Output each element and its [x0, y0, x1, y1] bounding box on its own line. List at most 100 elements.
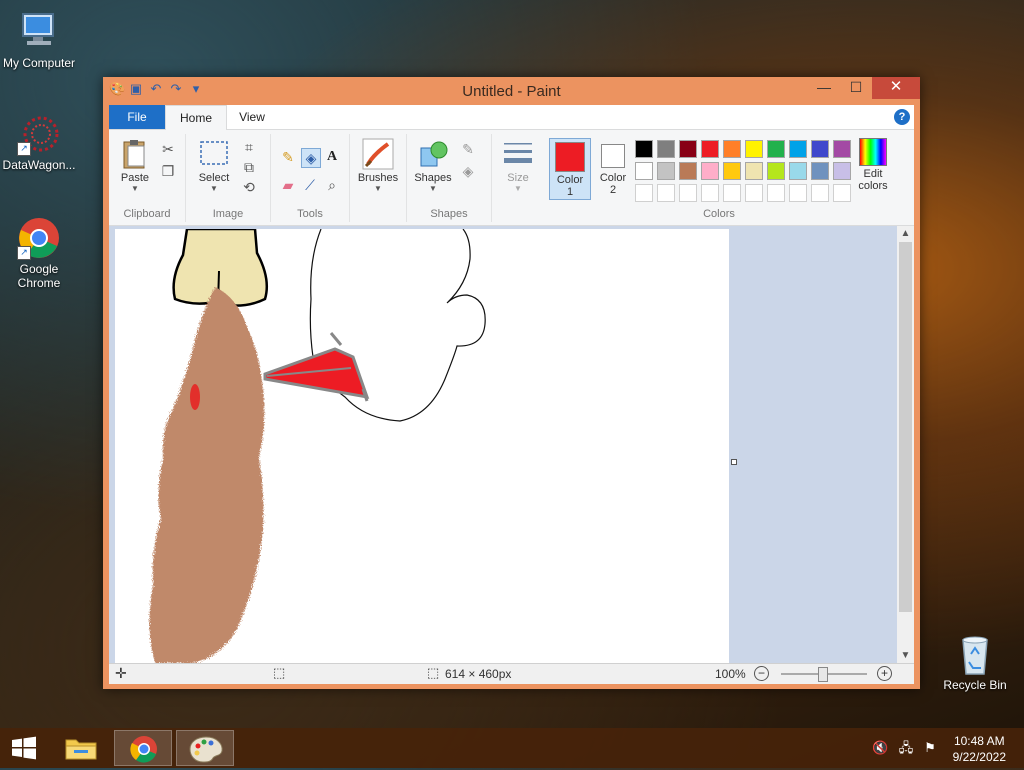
- computer-icon: [17, 10, 61, 54]
- desktop-icon-my-computer[interactable]: My Computer: [0, 10, 78, 70]
- scroll-down-icon[interactable]: ▼: [897, 650, 914, 661]
- palette-swatch[interactable]: [635, 140, 653, 158]
- help-icon[interactable]: ?: [894, 109, 910, 125]
- taskbar-paint[interactable]: [176, 730, 234, 766]
- paste-label: Paste: [120, 172, 150, 184]
- close-button[interactable]: ✕: [872, 77, 920, 99]
- fill-bucket-icon[interactable]: ◈: [301, 148, 321, 168]
- desktop-icon-label: My Computer: [2, 56, 76, 70]
- outline-icon[interactable]: ✎: [459, 140, 477, 158]
- select-button[interactable]: Select ▼: [192, 138, 236, 193]
- palette-swatch[interactable]: [811, 162, 829, 180]
- rotate-icon[interactable]: ⟲: [240, 178, 258, 196]
- palette-swatch[interactable]: [811, 140, 829, 158]
- color1-button[interactable]: Color 1: [549, 138, 591, 200]
- palette-swatch[interactable]: [679, 140, 697, 158]
- palette-swatch[interactable]: [767, 140, 785, 158]
- taskbar-chrome[interactable]: [114, 730, 172, 766]
- crop-icon[interactable]: ⌗: [240, 138, 258, 156]
- tab-file[interactable]: File: [109, 105, 165, 129]
- palette-swatch[interactable]: [679, 184, 697, 202]
- select-dropdown-icon: ▼: [210, 184, 218, 193]
- image-group-label: Image: [212, 208, 244, 220]
- palette-swatch[interactable]: [789, 162, 807, 180]
- palette-swatch[interactable]: [635, 184, 653, 202]
- scroll-up-icon[interactable]: ▲: [897, 228, 914, 239]
- tab-view[interactable]: View: [227, 105, 277, 129]
- palette-swatch[interactable]: [701, 140, 719, 158]
- eraser-icon[interactable]: ▰: [279, 176, 297, 194]
- palette-swatch[interactable]: [833, 184, 851, 202]
- action-center-icon[interactable]: ⚑: [922, 740, 938, 756]
- network-icon[interactable]: 🖧: [898, 740, 914, 756]
- canvas-size-icon: ⬚: [427, 665, 440, 680]
- tab-home[interactable]: Home: [165, 105, 227, 131]
- desktop-icon-datawagon[interactable]: ↗ DataWagon...: [0, 112, 78, 172]
- edit-colors-button[interactable]: Edit colors: [855, 138, 891, 192]
- palette-swatch[interactable]: [701, 162, 719, 180]
- scrollbar-thumb[interactable]: [899, 242, 912, 612]
- paint-window: 🎨 ▣ ↶ ↷ ▾ Untitled - Paint — ☐ ✕ File Ho…: [103, 77, 920, 689]
- drawing-canvas[interactable]: [115, 227, 729, 663]
- resize-icon[interactable]: ⧉: [240, 158, 258, 176]
- brushes-dropdown-icon: ▼: [374, 184, 382, 193]
- magnifier-icon[interactable]: ⌕: [323, 176, 341, 194]
- desktop-icon-label: Google Chrome: [17, 262, 61, 290]
- palette-swatch[interactable]: [745, 140, 763, 158]
- shapes-button[interactable]: Shapes ▼: [411, 138, 455, 193]
- pencil-icon[interactable]: ✎: [279, 148, 297, 166]
- title-bar[interactable]: 🎨 ▣ ↶ ↷ ▾ Untitled - Paint — ☐ ✕: [103, 77, 920, 105]
- palette-swatch[interactable]: [833, 162, 851, 180]
- size-dropdown-icon: ▼: [514, 184, 522, 193]
- desktop-icon-recycle-bin[interactable]: Recycle Bin: [936, 632, 1014, 692]
- fill-icon[interactable]: ◈: [459, 162, 477, 180]
- palette-swatch[interactable]: [767, 184, 785, 202]
- color2-button[interactable]: Color 2: [593, 138, 633, 200]
- palette-swatch[interactable]: [723, 162, 741, 180]
- cut-icon[interactable]: ✂: [159, 140, 177, 158]
- palette-swatch[interactable]: [657, 162, 675, 180]
- palette-swatch[interactable]: [789, 184, 807, 202]
- text-icon[interactable]: A: [323, 148, 341, 166]
- shapes-icon: [417, 138, 449, 170]
- brushes-button[interactable]: Brushes ▼: [354, 138, 402, 193]
- shapes-group-label: Shapes: [430, 208, 468, 220]
- color-picker-icon[interactable]: ⟋: [301, 176, 319, 194]
- windows-logo-icon: [12, 736, 36, 760]
- window-title: Untitled - Paint: [462, 83, 561, 100]
- canvas-resize-handle[interactable]: [731, 459, 737, 465]
- taskbar-clock[interactable]: 10:48 AM 9/22/2022: [953, 733, 1006, 765]
- vertical-scrollbar[interactable]: ▲ ▼: [897, 226, 914, 663]
- minimize-button[interactable]: —: [808, 77, 840, 99]
- zoom-out-button[interactable]: −: [754, 666, 769, 681]
- select-icon: [198, 138, 230, 170]
- maximize-button[interactable]: ☐: [840, 77, 872, 99]
- zoom-in-button[interactable]: +: [877, 666, 892, 681]
- start-button[interactable]: [0, 730, 48, 766]
- desktop-icon-google-chrome[interactable]: ↗ Google Chrome: [0, 216, 78, 290]
- palette-swatch[interactable]: [811, 184, 829, 202]
- palette-swatch[interactable]: [679, 162, 697, 180]
- palette-swatch[interactable]: [745, 184, 763, 202]
- shortcut-arrow-icon: ↗: [17, 142, 31, 156]
- taskbar-file-explorer[interactable]: [52, 730, 110, 766]
- palette-swatch[interactable]: [723, 184, 741, 202]
- color2-label: Color 2: [599, 172, 627, 196]
- palette-swatch[interactable]: [657, 184, 675, 202]
- palette-swatch[interactable]: [745, 162, 763, 180]
- colors-group: Color 1 Color 2 Edit colors Colors: [547, 134, 891, 222]
- palette-swatch[interactable]: [789, 140, 807, 158]
- volume-muted-icon[interactable]: 🔇: [872, 740, 888, 756]
- size-button[interactable]: Size ▼: [498, 138, 538, 193]
- zoom-slider-thumb[interactable]: [818, 667, 828, 682]
- palette-swatch[interactable]: [657, 140, 675, 158]
- palette-swatch[interactable]: [635, 162, 653, 180]
- palette-swatch[interactable]: [723, 140, 741, 158]
- size-icon: [502, 138, 534, 170]
- paste-button[interactable]: Paste ▼: [115, 138, 155, 193]
- palette-swatch[interactable]: [833, 140, 851, 158]
- palette-swatch[interactable]: [767, 162, 785, 180]
- cursor-position-icon: ✛: [115, 665, 127, 681]
- palette-swatch[interactable]: [701, 184, 719, 202]
- copy-icon[interactable]: ❐: [159, 162, 177, 180]
